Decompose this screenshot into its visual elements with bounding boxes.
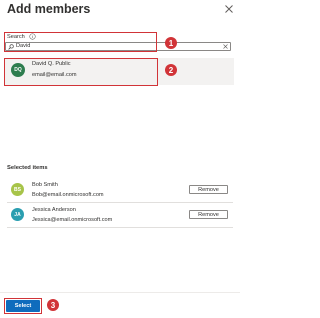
clear-search-icon[interactable]	[222, 43, 229, 50]
callout-badge-1: 1	[165, 37, 177, 49]
callout-box-result	[4, 58, 158, 86]
divider	[7, 227, 233, 228]
panel-title: Add members	[7, 2, 91, 16]
select-button[interactable]: Select	[6, 300, 40, 312]
member-name: Bob Smith	[32, 182, 58, 188]
avatar: BS	[11, 183, 24, 196]
selected-items-title: Selected items	[7, 165, 48, 171]
close-icon[interactable]	[223, 3, 235, 15]
avatar: JA	[11, 208, 24, 221]
member-name: Jessica Anderson	[32, 207, 76, 213]
member-email: Bob@email.onmicrosoft.com	[32, 192, 104, 198]
callout-badge-3: 3	[47, 299, 59, 311]
remove-button[interactable]: Remove	[189, 210, 228, 219]
callout-box-search	[4, 32, 157, 52]
member-email: Jessica@email.onmicrosoft.com	[32, 217, 113, 223]
remove-button[interactable]: Remove	[189, 185, 228, 194]
divider	[7, 202, 233, 203]
callout-badge-2: 2	[165, 64, 177, 76]
footer-divider	[0, 292, 240, 293]
